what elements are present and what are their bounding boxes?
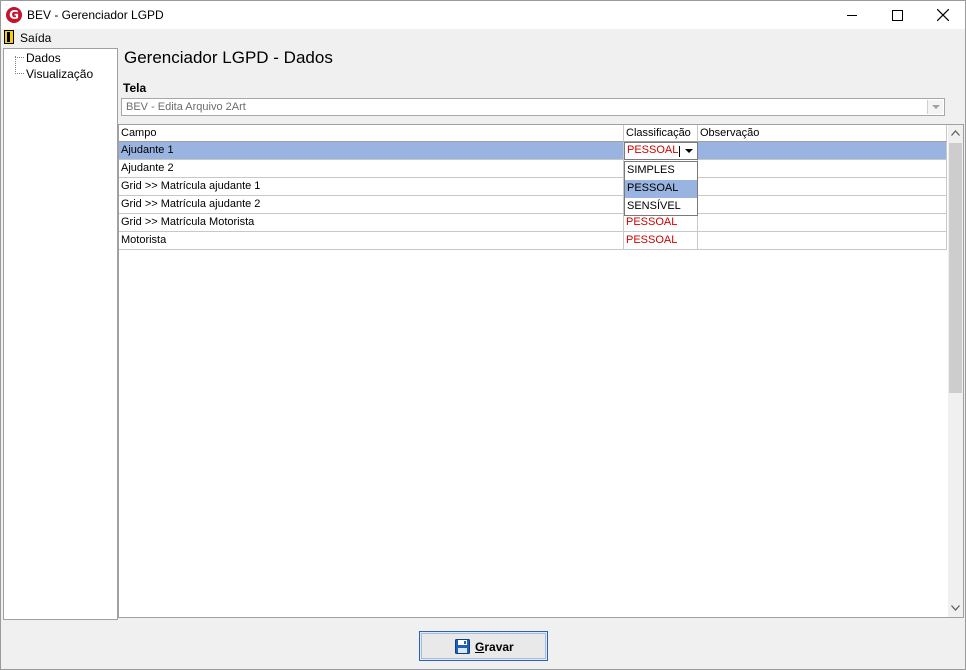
cell-observacao[interactable]: [698, 232, 947, 250]
table-row[interactable]: Grid >> Matrícula Motorista PESSOAL: [119, 214, 947, 232]
title-bar: G BEV - Gerenciador LGPD: [1, 1, 965, 29]
cell-classificacao[interactable]: PESSOAL: [624, 232, 698, 250]
window-title: BEV - Gerenciador LGPD: [27, 8, 164, 22]
app-logo-icon: G: [6, 7, 22, 23]
text-cursor: [679, 146, 680, 157]
menu-bar: Saída: [1, 29, 965, 47]
scroll-thumb[interactable]: [949, 143, 962, 393]
table-row[interactable]: Motorista PESSOAL: [119, 232, 947, 250]
cell-observacao[interactable]: [698, 178, 947, 196]
cell-observacao[interactable]: [698, 196, 947, 214]
tela-select[interactable]: BEV - Edita Arquivo 2Art: [121, 98, 945, 116]
chevron-down-icon[interactable]: [927, 100, 943, 114]
cell-campo[interactable]: Grid >> Matrícula Motorista: [119, 214, 624, 232]
table-row[interactable]: Ajudante 1 PESSOAL: [119, 142, 947, 160]
table-row[interactable]: Grid >> Matrícula ajudante 2: [119, 196, 947, 214]
cell-classificacao[interactable]: PESSOAL: [624, 214, 698, 232]
cell-campo[interactable]: Ajudante 1: [119, 142, 624, 160]
save-button-label: Gravar: [475, 640, 514, 654]
page-title: Gerenciador LGPD - Dados: [124, 48, 333, 67]
close-button[interactable]: [920, 1, 966, 29]
vertical-scrollbar[interactable]: [948, 125, 963, 617]
exit-door-icon: [4, 30, 14, 44]
cell-observacao[interactable]: [698, 214, 947, 232]
app-window: G BEV - Gerenciador LGPD Saída Dados Vis…: [0, 0, 966, 670]
scroll-up-button[interactable]: [948, 125, 963, 142]
tree-item-dados[interactable]: Dados: [26, 51, 61, 65]
column-header-campo[interactable]: Campo: [119, 125, 624, 142]
menu-exit-label: Saída: [20, 31, 52, 45]
navigation-tree: Dados Visualização: [3, 48, 118, 620]
data-grid: Campo Classificação Observação Ajudante …: [118, 124, 964, 618]
classification-dropdown[interactable]: PESSOAL: [624, 142, 698, 160]
column-header-classificacao[interactable]: Classificação: [624, 125, 698, 142]
chevron-down-icon[interactable]: [681, 143, 697, 159]
option-sensivel[interactable]: SENSÍVEL: [625, 198, 697, 216]
maximize-icon: [892, 10, 903, 21]
classification-options-list: SIMPLES PESSOAL SENSÍVEL: [624, 161, 698, 216]
maximize-button[interactable]: [874, 1, 920, 29]
cell-campo[interactable]: Grid >> Matrícula ajudante 1: [119, 178, 624, 196]
option-simples[interactable]: SIMPLES: [625, 162, 697, 180]
column-header-observacao[interactable]: Observação: [698, 125, 947, 142]
tela-label: Tela: [123, 81, 147, 95]
option-pessoal[interactable]: PESSOAL: [625, 180, 697, 198]
cell-campo[interactable]: Grid >> Matrícula ajudante 2: [119, 196, 624, 214]
tree-item-visualizacao[interactable]: Visualização: [26, 67, 93, 81]
cell-campo[interactable]: Motorista: [119, 232, 624, 250]
grid-header: Campo Classificação Observação: [119, 125, 948, 142]
save-button[interactable]: Gravar: [419, 631, 548, 661]
cell-observacao[interactable]: [698, 160, 947, 178]
scroll-down-button[interactable]: [948, 600, 963, 617]
classification-dropdown-value: PESSOAL: [627, 144, 679, 156]
cell-observacao[interactable]: [698, 142, 947, 160]
floppy-disk-icon: [455, 639, 470, 654]
cell-campo[interactable]: Ajudante 2: [119, 160, 624, 178]
minimize-icon: [847, 15, 857, 16]
chevron-down-icon: [951, 605, 960, 611]
chevron-up-icon: [951, 130, 960, 136]
close-icon: [937, 9, 949, 21]
tela-select-value: BEV - Edita Arquivo 2Art: [126, 101, 246, 113]
table-row[interactable]: Ajudante 2: [119, 160, 947, 178]
minimize-button[interactable]: [829, 1, 875, 29]
table-row[interactable]: Grid >> Matrícula ajudante 1: [119, 178, 947, 196]
